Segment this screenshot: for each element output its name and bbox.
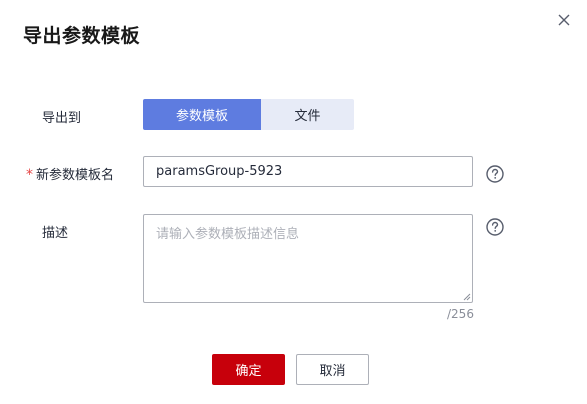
dialog-title: 导出参数模板 bbox=[23, 25, 141, 47]
description-label: 描述 bbox=[42, 226, 69, 241]
template-name-help-icon[interactable] bbox=[486, 165, 504, 183]
description-help-icon[interactable] bbox=[486, 218, 504, 236]
export-option-file[interactable]: 文件 bbox=[261, 99, 354, 130]
export-to-label: 导出到 bbox=[42, 111, 82, 126]
description-textarea[interactable] bbox=[143, 214, 473, 303]
description-counter: /256 bbox=[447, 307, 474, 321]
cancel-button[interactable]: 取消 bbox=[296, 354, 369, 385]
resize-grip-icon[interactable] bbox=[463, 293, 471, 301]
export-template-dialog: 导出参数模板 导出到 参数模板 文件 *新参数模板名 描述 /256 确定 取消 bbox=[0, 0, 587, 404]
required-mark: * bbox=[26, 167, 33, 183]
template-name-label: * 新参数模板名 bbox=[26, 164, 114, 183]
confirm-button[interactable]: 确定 bbox=[212, 354, 285, 385]
export-option-template[interactable]: 参数模板 bbox=[143, 99, 261, 130]
template-name-input[interactable] bbox=[143, 156, 473, 187]
close-icon[interactable] bbox=[556, 12, 572, 28]
template-name-label-text: 新参数模板名 bbox=[36, 168, 115, 183]
